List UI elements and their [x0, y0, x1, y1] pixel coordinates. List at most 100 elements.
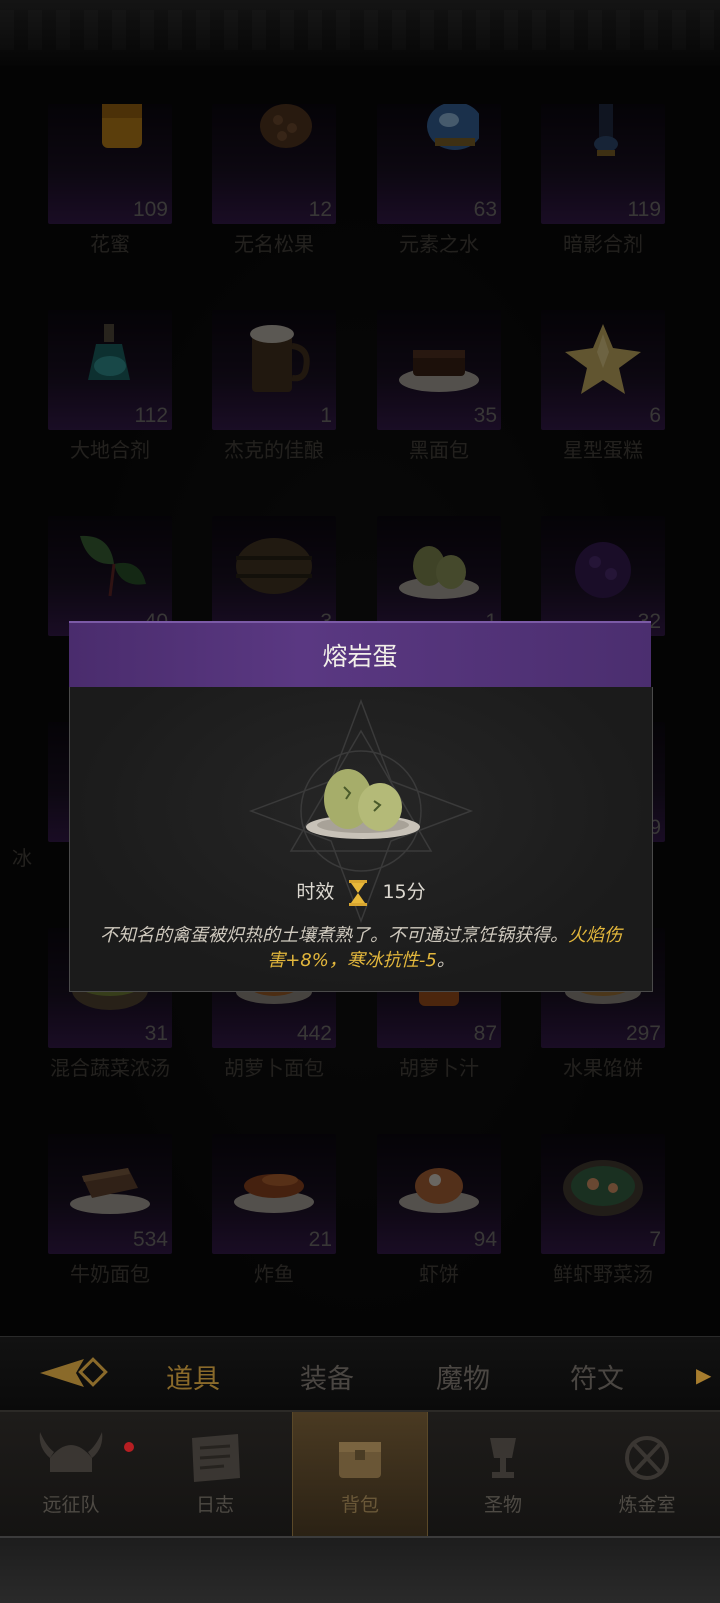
tab-runes[interactable]: 符文: [570, 1357, 624, 1396]
slot-frame: [212, 310, 336, 430]
nav-relics[interactable]: 圣物: [436, 1412, 570, 1538]
inventory-slot[interactable]: 119 暗影合剂: [541, 104, 665, 256]
item-count: 63: [473, 198, 497, 221]
tooltip-title: 熔岩蛋: [322, 642, 398, 671]
item-count: 119: [627, 198, 661, 221]
back-arrow-icon[interactable]: [40, 1355, 110, 1391]
item-count: 21: [308, 1228, 332, 1251]
item-name-fragment: 冰: [12, 846, 32, 870]
slot-frame: [212, 516, 336, 636]
item-count: 297: [625, 1022, 661, 1045]
inventory-slot[interactable]: 32: [541, 516, 665, 636]
effect-separator: ，: [328, 950, 347, 971]
earth-potion-icon: [88, 324, 130, 380]
item-name: 暗影合剂: [563, 232, 643, 256]
effect-ice-resist: 寒冰抗性-5: [346, 950, 437, 971]
item-count: 7: [649, 1228, 661, 1251]
item-name: 水果馅饼: [563, 1056, 643, 1080]
item-tooltip: 熔岩蛋 时效 15分 不知名的禽蛋被炽热的土壤煮熟了。不可通过烹饪锅获得。火焰伤…: [69, 621, 653, 992]
tab-equipment[interactable]: 装备: [300, 1357, 354, 1396]
inventory-slot[interactable]: 1 杰克的佳酿: [212, 310, 336, 462]
elemental-water-flask-icon: [427, 104, 479, 150]
fried-fish-icon: [234, 1174, 314, 1213]
nav-expedition[interactable]: 远征队: [4, 1412, 138, 1538]
inventory-slot[interactable]: 63 元素之水: [377, 104, 501, 256]
item-count: 442: [296, 1022, 332, 1045]
nav-label: 日志: [195, 1494, 234, 1516]
scroll-icon: [192, 1434, 240, 1482]
duration-row: 时效 15分: [70, 877, 652, 906]
inventory-slot[interactable]: 12 无名松果: [212, 104, 336, 256]
nav-alchemy[interactable]: 炼金室: [580, 1412, 714, 1538]
shrimp-cake-icon: [399, 1168, 479, 1213]
item-name: 大地合剂: [70, 438, 150, 462]
item-name: 胡萝卜汁: [399, 1056, 479, 1080]
inventory-slot[interactable]: 35 黑面包: [377, 310, 501, 462]
item-count: 1: [320, 404, 332, 427]
backpack-chest-icon: [339, 1442, 381, 1478]
item-name: 炸鱼: [254, 1262, 294, 1286]
item-name: 花蜜: [90, 232, 130, 256]
duration-value: 15分: [382, 881, 426, 903]
item-count: 109: [132, 198, 168, 221]
item-count: 6: [649, 404, 661, 427]
item-name: 牛奶面包: [70, 1262, 150, 1286]
black-bread-icon: [399, 350, 479, 392]
relic-chalice-icon: [490, 1438, 516, 1478]
tab-items[interactable]: 道具: [166, 1357, 220, 1396]
nav-label: 远征队: [42, 1494, 100, 1516]
shrimp-soup-icon: [563, 1160, 643, 1216]
eggs-plate-icon: [399, 546, 479, 599]
item-count: 94: [473, 1228, 497, 1251]
item-name: 星型蛋糕: [563, 438, 643, 462]
item-name: 混合蔬菜浓汤: [50, 1056, 170, 1080]
barrel-icon: [236, 538, 312, 594]
nav-backpack[interactable]: 背包: [292, 1412, 428, 1538]
item-count: 35: [473, 404, 497, 427]
item-count: 31: [144, 1022, 168, 1045]
item-name: 胡萝卜面包: [224, 1056, 324, 1080]
item-count: 87: [473, 1022, 497, 1045]
inventory-slot[interactable]: 109 花蜜: [48, 104, 172, 256]
honey-jar-icon: [102, 104, 142, 148]
inventory-slot[interactable]: 1: [377, 516, 501, 636]
inventory-slot[interactable]: 534 牛奶面包: [48, 1134, 172, 1286]
milk-bread-icon: [70, 1168, 150, 1214]
chevron-right-icon[interactable]: ▶: [696, 1363, 711, 1387]
inventory-slot[interactable]: 94 虾饼: [377, 1134, 501, 1286]
item-name: 鲜虾野菜汤: [553, 1262, 653, 1286]
top-frame-bar: [0, 0, 720, 68]
pinecone-icon: [260, 104, 312, 148]
herb-leaf-icon: [80, 535, 146, 597]
item-name: 杰克的佳酿: [224, 438, 324, 462]
description-end: 。: [436, 950, 455, 971]
item-name: 黑面包: [409, 438, 469, 462]
inventory-slot[interactable]: 21 炸鱼: [212, 1134, 336, 1286]
description-text: 不知名的禽蛋被炽热的土壤煮熟了。不可通过烹饪锅获得。: [100, 925, 568, 946]
nav-label: 圣物: [483, 1494, 522, 1516]
inventory-slot[interactable]: 3: [212, 516, 336, 636]
inventory-slot[interactable]: 7 鲜虾野菜汤: [541, 1134, 665, 1286]
item-description: 不知名的禽蛋被炽热的土壤煮熟了。不可通过烹饪锅获得。火焰伤害+8%，寒冰抗性-5…: [98, 923, 624, 973]
slot-frame: [541, 1134, 665, 1254]
lava-egg-icon: [306, 769, 420, 839]
nav-journal[interactable]: 日志: [148, 1412, 282, 1538]
nav-label: 背包: [340, 1494, 379, 1516]
purple-berry-icon: [575, 542, 631, 598]
inventory-slot[interactable]: 40: [48, 516, 172, 636]
slot-frame: [541, 310, 665, 430]
bottom-frame-bar: [0, 1536, 720, 1603]
nav-label: 炼金室: [618, 1494, 676, 1516]
bottom-navigation: 远征队 日志 背包 圣物 炼金室: [0, 1410, 720, 1538]
star-cake-icon: [565, 324, 641, 394]
tab-monsters[interactable]: 魔物: [436, 1357, 490, 1396]
category-tabs: 道具 装备 魔物 符文 ▶: [0, 1336, 720, 1411]
inventory-slot[interactable]: 112 大地合剂: [48, 310, 172, 462]
item-count: 534: [132, 1228, 168, 1251]
item-name: 虾饼: [419, 1262, 459, 1286]
tooltip-header: 熔岩蛋: [69, 621, 651, 689]
inventory-slot[interactable]: 6 星型蛋糕: [541, 310, 665, 462]
item-name: 元素之水: [399, 232, 479, 256]
duration-label: 时效: [296, 881, 335, 903]
alchemy-icon: [625, 1436, 669, 1480]
